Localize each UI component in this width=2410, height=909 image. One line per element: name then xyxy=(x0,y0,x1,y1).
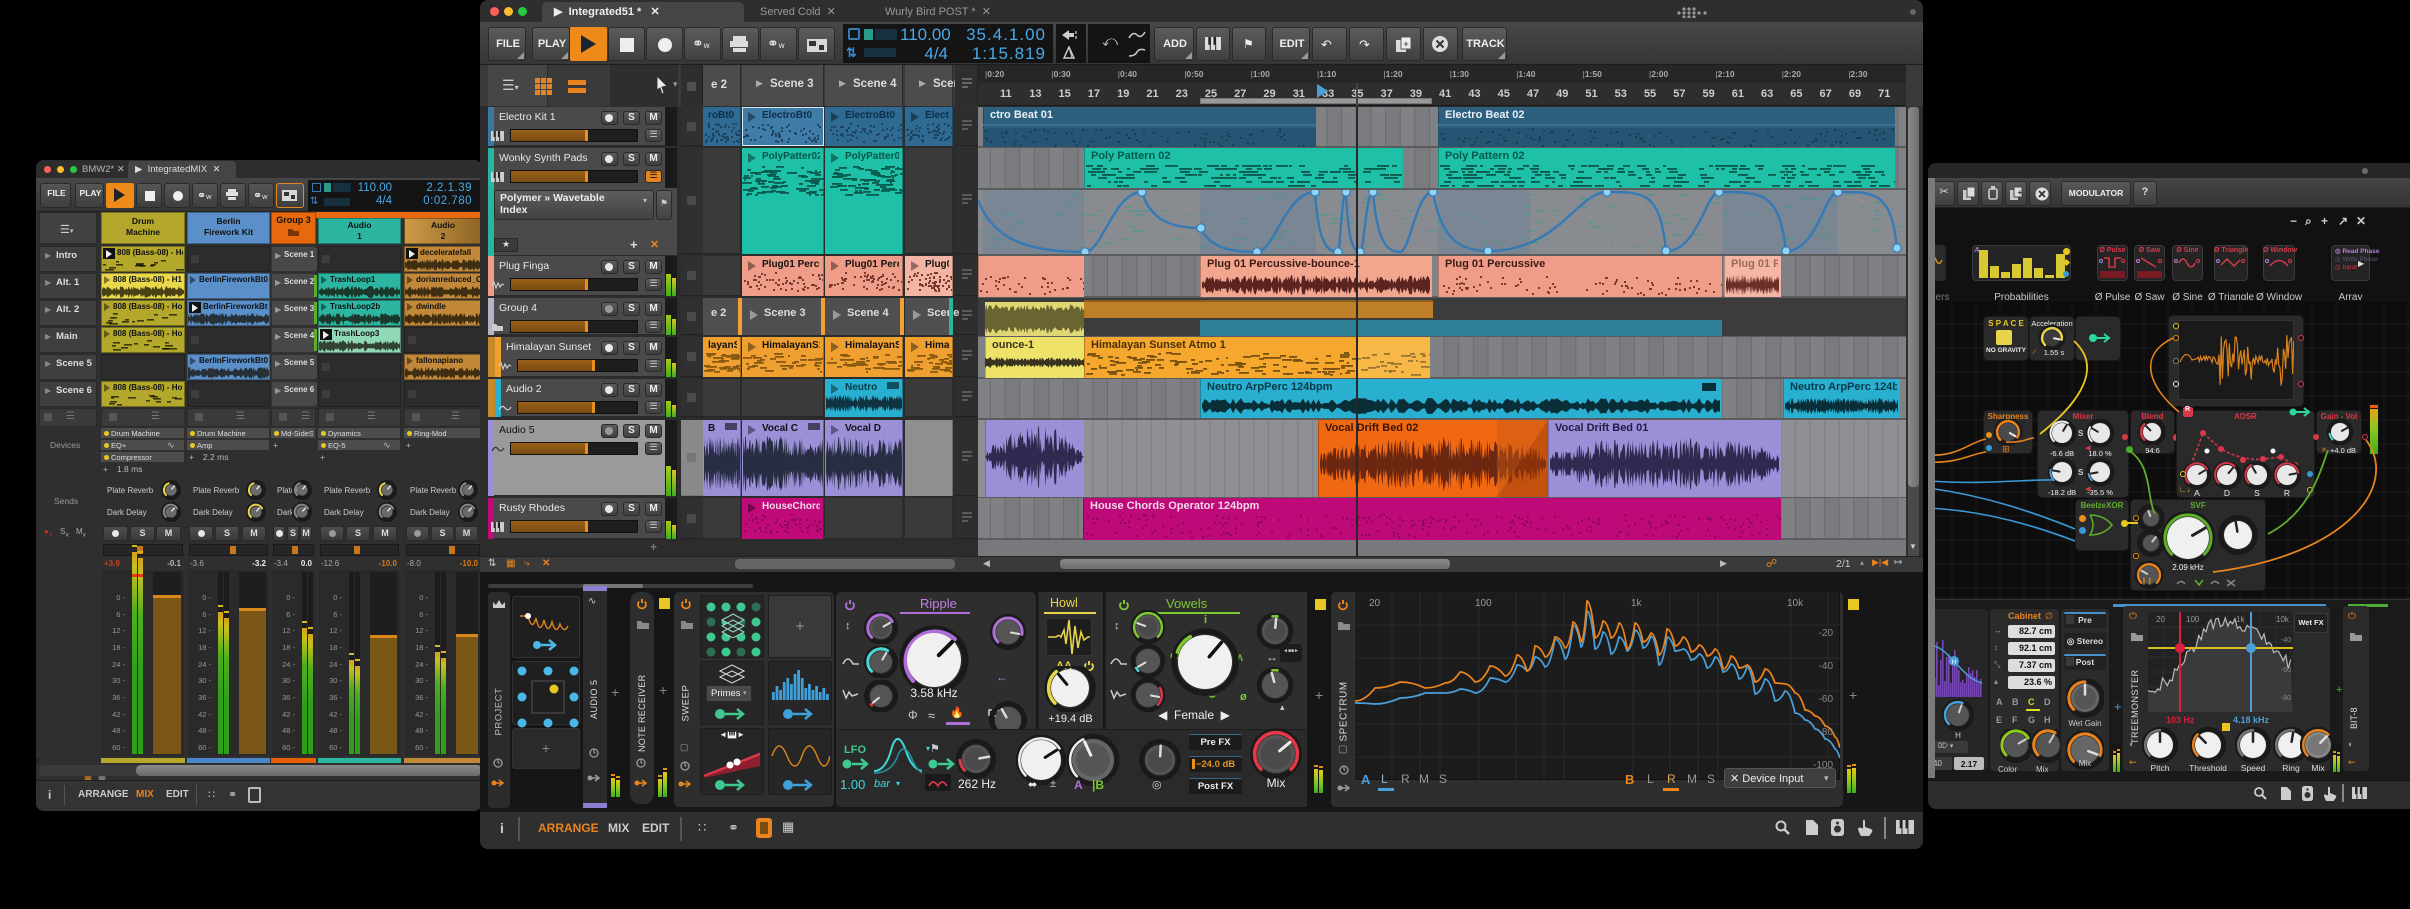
svg-text:0 -: 0 - xyxy=(116,593,125,602)
svg-text:12 -: 12 - xyxy=(198,626,211,635)
svg-text:42 -: 42 - xyxy=(329,710,342,719)
svg-text:12 -: 12 - xyxy=(329,626,342,635)
svg-text:60 -: 60 - xyxy=(329,743,342,752)
svg-text:36 -: 36 - xyxy=(112,693,125,702)
svg-text:24 -: 24 - xyxy=(282,660,295,669)
svg-text:+: + xyxy=(2018,188,2023,197)
svg-text:6 -: 6 - xyxy=(116,610,125,619)
svg-text:6 -: 6 - xyxy=(202,610,211,619)
svg-text:-60: -60 xyxy=(1819,694,1834,705)
svg-text:48 -: 48 - xyxy=(329,726,342,735)
svg-text:100: 100 xyxy=(1475,598,1492,609)
svg-text:24 -: 24 - xyxy=(112,660,125,669)
svg-text:42 -: 42 - xyxy=(198,710,211,719)
svg-text:48 -: 48 - xyxy=(415,726,428,735)
svg-text:0 -: 0 - xyxy=(286,593,295,602)
svg-text:6 -: 6 - xyxy=(286,610,295,619)
svg-text:36 -: 36 - xyxy=(329,693,342,702)
svg-text:10k: 10k xyxy=(2276,615,2290,624)
svg-text:60 -: 60 - xyxy=(282,743,295,752)
svg-text:18 -: 18 - xyxy=(329,643,342,652)
svg-text:30 -: 30 - xyxy=(198,676,211,685)
svg-text:0 -: 0 - xyxy=(333,593,342,602)
svg-text:1k: 1k xyxy=(1631,598,1643,609)
svg-text:18 -: 18 - xyxy=(198,643,211,652)
svg-text:0 -: 0 - xyxy=(419,593,428,602)
svg-text:18 -: 18 - xyxy=(112,643,125,652)
svg-text:+: + xyxy=(1403,39,1408,49)
svg-text:-40: -40 xyxy=(2281,637,2291,644)
svg-text:0 -: 0 - xyxy=(202,593,211,602)
svg-text:48 -: 48 - xyxy=(112,726,125,735)
svg-text:-80: -80 xyxy=(2281,695,2291,702)
svg-text:18 -: 18 - xyxy=(282,643,295,652)
svg-text:36 -: 36 - xyxy=(198,693,211,702)
svg-text:H: H xyxy=(1952,660,1956,666)
svg-text:6 -: 6 - xyxy=(419,610,428,619)
svg-text:60 -: 60 - xyxy=(415,743,428,752)
svg-text:10k: 10k xyxy=(1787,598,1804,609)
svg-text:48 -: 48 - xyxy=(198,726,211,735)
svg-text:42 -: 42 - xyxy=(282,710,295,719)
svg-text:24 -: 24 - xyxy=(415,660,428,669)
svg-text:60 -: 60 - xyxy=(198,743,211,752)
svg-text:20: 20 xyxy=(1369,598,1381,609)
svg-text:42 -: 42 - xyxy=(415,710,428,719)
svg-text:-20: -20 xyxy=(1819,628,1834,639)
svg-text:24 -: 24 - xyxy=(329,660,342,669)
svg-text:12 -: 12 - xyxy=(282,626,295,635)
svg-text:-40: -40 xyxy=(1819,661,1834,672)
svg-text:-60: -60 xyxy=(2281,667,2291,674)
svg-text:18 -: 18 - xyxy=(415,643,428,652)
svg-text:24 -: 24 - xyxy=(198,660,211,669)
svg-text:6 -: 6 - xyxy=(333,610,342,619)
svg-text:12 -: 12 - xyxy=(112,626,125,635)
svg-text:36 -: 36 - xyxy=(415,693,428,702)
svg-text:30 -: 30 - xyxy=(415,676,428,685)
svg-text:20: 20 xyxy=(2156,615,2165,624)
svg-text:60 -: 60 - xyxy=(112,743,125,752)
svg-text:30 -: 30 - xyxy=(112,676,125,685)
svg-text:48 -: 48 - xyxy=(282,726,295,735)
svg-text:36 -: 36 - xyxy=(282,693,295,702)
svg-text:1k: 1k xyxy=(2236,615,2245,624)
svg-text:100: 100 xyxy=(2186,615,2200,624)
svg-text:30 -: 30 - xyxy=(329,676,342,685)
svg-text:30 -: 30 - xyxy=(282,676,295,685)
svg-text:42 -: 42 - xyxy=(112,710,125,719)
svg-text:-80: -80 xyxy=(1819,727,1834,738)
svg-text:12 -: 12 - xyxy=(415,626,428,635)
